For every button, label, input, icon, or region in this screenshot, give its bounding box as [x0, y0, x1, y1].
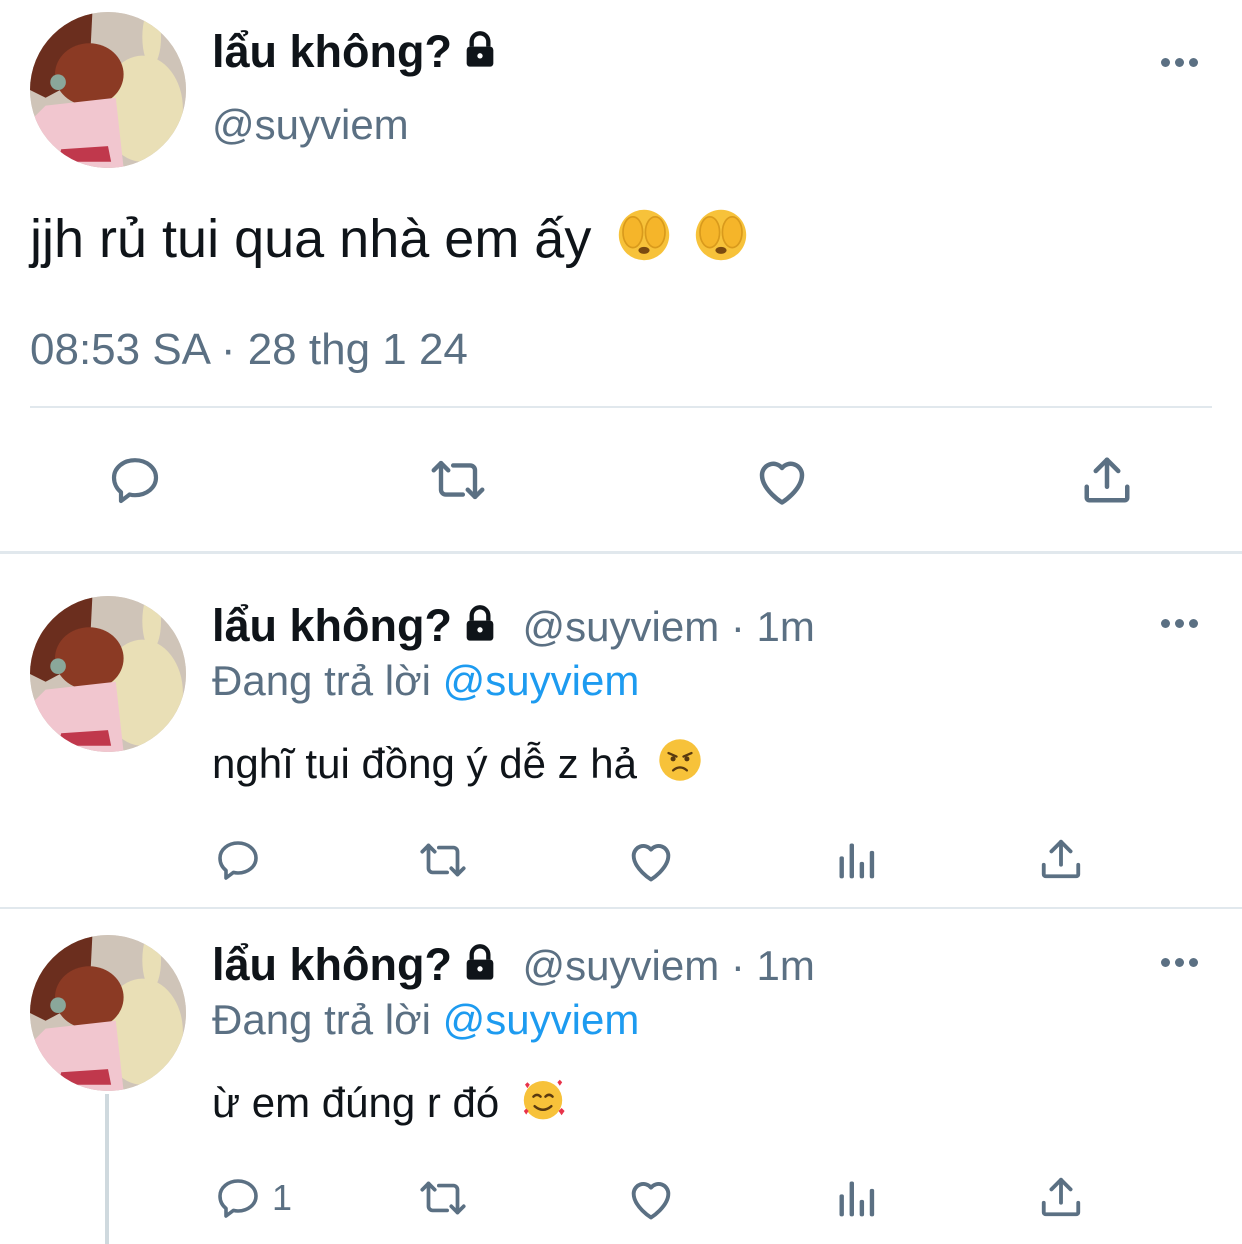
see-no-evil-face-icon	[693, 207, 749, 279]
like-icon[interactable]	[625, 836, 677, 884]
more-options-icon[interactable]	[1161, 619, 1198, 628]
like-icon[interactable]	[752, 452, 812, 508]
reply-count: 1	[272, 1177, 293, 1218]
handle-time[interactable]: @suyviem · 1m	[523, 603, 815, 650]
reply-text: ừ em đúng r đó	[212, 1075, 567, 1137]
reply-icon[interactable]	[107, 452, 163, 508]
replying-prefix: Đang trả lời	[212, 657, 431, 704]
avatar[interactable]	[30, 12, 186, 168]
more-options-icon[interactable]	[1161, 58, 1198, 67]
tweet-timestamp[interactable]: 08:53 SA · 28 thg 1 24	[30, 322, 468, 378]
tweet-text-body: jjh rủ tui qua nhà em ấy	[30, 209, 592, 269]
display-name[interactable]: lẩu không?	[212, 939, 452, 990]
tweet-text: jjh rủ tui qua nhà em ấy	[30, 205, 749, 279]
lock-icon	[460, 940, 500, 996]
reply-header[interactable]: lẩu không? @suyviem · 1m	[212, 937, 815, 996]
divider	[0, 907, 1242, 909]
see-no-evil-face-icon	[616, 207, 672, 279]
lock-icon	[460, 601, 500, 657]
reply-icon[interactable]	[214, 1174, 262, 1222]
analytics-icon[interactable]	[834, 1176, 878, 1220]
display-name[interactable]: lẩu không?	[212, 600, 452, 651]
more-options-icon[interactable]	[1161, 958, 1198, 967]
retweet-icon[interactable]	[424, 450, 492, 510]
analytics-icon[interactable]	[834, 838, 878, 882]
reply-text-body: ừ em đúng r đó	[212, 1079, 500, 1127]
lock-icon	[460, 27, 500, 83]
handle-time[interactable]: @suyviem · 1m	[523, 942, 815, 989]
mention-link[interactable]: @suyviem	[443, 657, 640, 704]
divider	[30, 406, 1212, 408]
thread-line	[105, 1094, 109, 1244]
share-icon[interactable]	[1080, 452, 1134, 508]
replying-to: Đang trả lời @suyviem	[212, 654, 639, 708]
smiling-face-with-hearts-icon	[519, 1075, 567, 1137]
author-handle[interactable]: @suyviem	[212, 100, 409, 150]
display-name[interactable]: lẩu không?	[212, 26, 452, 77]
share-icon[interactable]	[1038, 836, 1084, 882]
angry-face-icon	[657, 737, 703, 797]
reply-header[interactable]: lẩu không? @suyviem · 1m	[212, 598, 815, 657]
like-icon[interactable]	[625, 1174, 677, 1222]
replying-to: Đang trả lời @suyviem	[212, 993, 639, 1047]
avatar[interactable]	[30, 935, 186, 1091]
reply-text-body: nghĩ tui đồng ý dễ z hả	[212, 740, 637, 787]
mention-link[interactable]: @suyviem	[443, 996, 640, 1043]
retweet-icon[interactable]	[414, 1172, 472, 1224]
avatar[interactable]	[30, 596, 186, 752]
share-icon[interactable]	[1038, 1174, 1084, 1220]
reply-text: nghĩ tui đồng ý dễ z hả	[212, 736, 703, 797]
section-divider	[0, 551, 1242, 554]
replying-prefix: Đang trả lời	[212, 996, 431, 1043]
retweet-icon[interactable]	[414, 834, 472, 886]
reply-icon[interactable]	[214, 836, 262, 884]
author-name[interactable]: lẩu không?	[212, 24, 500, 83]
